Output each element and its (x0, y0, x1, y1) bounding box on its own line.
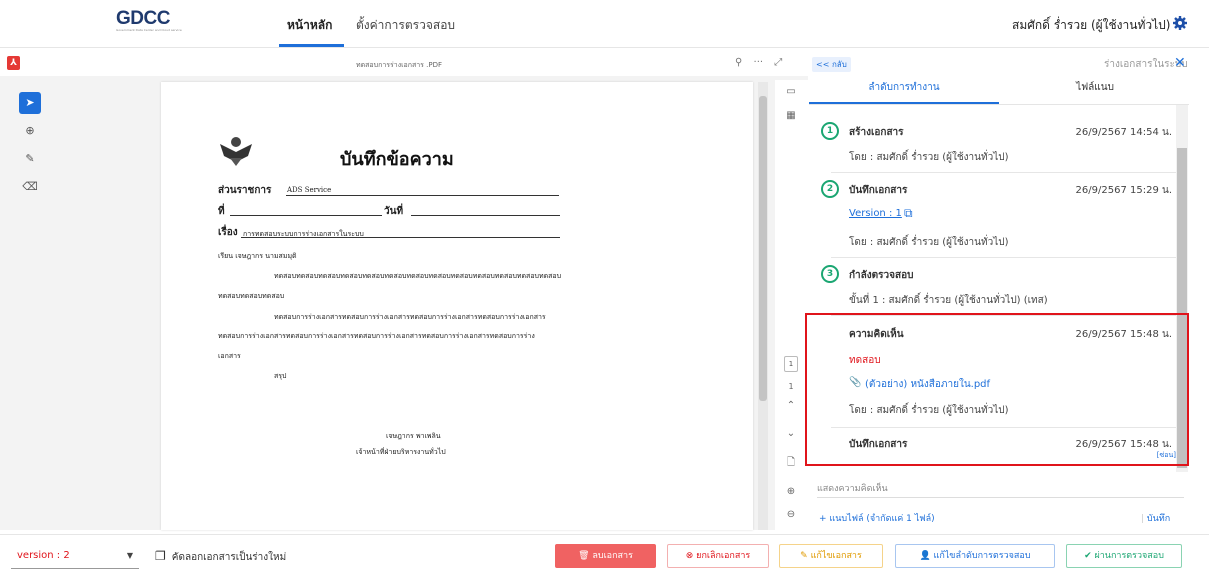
back-link[interactable]: << กลับ (812, 57, 851, 72)
no-label: ที่ (218, 206, 225, 217)
pen-icon[interactable]: ✎ (19, 148, 41, 170)
cancel-icon: ⊗ (685, 551, 694, 561)
step-title: สร้างเอกสาร (849, 127, 904, 138)
step-by: โดย : สมศักดิ์ ร่ำรวย (ผู้ใช้งานทั่วไป) (849, 152, 1009, 163)
close-icon[interactable]: ✕ (1174, 55, 1186, 71)
signer-name: เจษฎากร พาเพลิน (386, 432, 441, 440)
logo-text: GDCC (116, 8, 170, 29)
copy-label: คัดลอกเอกสารเป็นร่างใหม่ (171, 552, 287, 563)
tab-attachments[interactable]: ไฟล์แนบ (1000, 80, 1190, 95)
logo-subtitle: Government Data Center and Cloud service (116, 28, 182, 32)
step-number: 2 (821, 180, 839, 198)
pdf-filename: ทดสอบการร่างเอกสาร .PDF (356, 61, 443, 69)
attach-file-button[interactable]: + แนบไฟล์ (จำกัดแค่ 1 ไฟล์) (819, 511, 935, 525)
date-label: วันที่ (384, 206, 404, 217)
delete-label: ลบเอกสาร (592, 551, 633, 561)
copy-as-draft-button[interactable]: ❐ คัดลอกเอกสารเป็นร่างใหม่ (155, 544, 286, 568)
subject-label: เรื่อง (218, 227, 238, 238)
subject-value: การทดสอบระบบการร่างเอกสารในระบบ (243, 230, 364, 238)
edit-document-button[interactable]: ✎ แก้ไขเอกสาร (779, 544, 883, 568)
viewer-scroll-thumb[interactable] (759, 96, 767, 401)
dept-label: ส่วนราชการ (218, 185, 272, 196)
to-line: เรียน เจษฎากร นามสมมุติ (218, 252, 297, 260)
approve-label: ผ่านการตรวจสอบ (1094, 551, 1164, 561)
nav-home[interactable]: หน้าหลัก (287, 16, 332, 35)
user-edit-icon: 👤 (919, 551, 931, 561)
annotation-tools: ➤ ⊕ ✎ ⌫ (19, 92, 41, 204)
step-number: 1 (821, 122, 839, 140)
highlight-box (805, 313, 1189, 466)
user-name[interactable]: สมศักดิ์ ร่ำรวย (ผู้ใช้งานทั่วไป) (1012, 16, 1170, 35)
version-value: version : 2 (17, 550, 70, 561)
comment-input-underline (817, 497, 1184, 498)
para1-line1: ทดสอบทดสอบทดสอบทดสอบทดสอบทดสอบทดสอบทดสอบ… (274, 272, 562, 280)
para1-line2: ทดสอบทดสอบทดสอบ (218, 292, 285, 300)
caret-down-icon: ▼ (126, 551, 133, 560)
chevron-down-icon[interactable]: ⌄ (781, 428, 801, 439)
nav-settings[interactable]: ตั้งค่าการตรวจสอบ (356, 16, 455, 35)
page-icon[interactable]: 🗋 (781, 455, 801, 472)
nav-active-indicator (279, 44, 344, 47)
cursor-icon[interactable]: ➤ (19, 92, 41, 114)
pdf-tools: ⚲ ··· ⤢ (735, 57, 782, 68)
summary: สรุป (274, 372, 287, 380)
no-underline (230, 215, 382, 216)
delete-button[interactable]: 🗑 ลบเอกสาร (555, 544, 656, 568)
gear-icon[interactable] (1172, 15, 1188, 31)
edit-label: แก้ไขเอกสาร (810, 551, 862, 561)
page-indicator: 1 (788, 382, 794, 391)
subject-underline (241, 237, 560, 238)
edit-flow-label: แก้ไขลำดับการตรวจสอบ (933, 551, 1031, 561)
zoom-icon[interactable]: ⊕ (19, 120, 41, 142)
dept-underline (286, 195, 559, 196)
chevron-up-icon[interactable]: ⌃ (781, 400, 801, 411)
version-link[interactable]: Version : 1 (849, 208, 902, 219)
trash-icon: 🗑 (578, 551, 590, 561)
save-comment-button[interactable]: | บันทึก (1141, 511, 1170, 525)
external-link-icon[interactable]: ⧉ (904, 206, 913, 221)
approve-button[interactable]: ✔ ผ่านการตรวจสอบ (1066, 544, 1182, 568)
step-by: โดย : สมศักดิ์ ร่ำรวย (ผู้ใช้งานทั่วไป) (849, 237, 1009, 248)
page-number-box[interactable]: 1 (784, 356, 798, 372)
grid-icon[interactable]: ▦ (781, 110, 801, 121)
check-icon: ✔ (1084, 551, 1092, 561)
comment-icon[interactable]: ▭ (781, 86, 801, 97)
tab-workflow[interactable]: ลำดับการทำงาน (809, 80, 999, 95)
step-title: กำลังตรวจสอบ (849, 270, 914, 281)
more-icon[interactable]: ··· (754, 57, 764, 68)
garuda-emblem (220, 137, 252, 166)
step-date: 26/9/2567 15:29 น. (1075, 185, 1172, 196)
pdf-icon: ⅄ (7, 56, 20, 70)
step-number: 3 (821, 265, 839, 283)
step-detail: ขั้นที่ 1 : สมศักดิ์ ร่ำรวย (ผู้ใช้งานทั… (849, 295, 1048, 306)
para2-line1: ทดสอบการร่างเอกสารทดสอบการร่างเอกสารทดสอ… (274, 313, 546, 321)
para2-line3: เอกสาร (218, 352, 241, 360)
divider (831, 172, 1176, 173)
version-select[interactable]: version : 2 ▼ (11, 545, 139, 569)
gdcc-logo[interactable]: GDCC Government Data Center and Cloud se… (116, 8, 182, 36)
comment-input[interactable]: แสดงความคิดเห็น (817, 481, 888, 495)
pencil-icon: ✎ (800, 551, 808, 561)
copy-icon: ❐ (155, 549, 166, 563)
dept-value: ADS Service (287, 186, 332, 194)
step-title: บันทึกเอกสาร (849, 185, 908, 196)
cancel-document-button[interactable]: ⊗ ยกเลิกเอกสาร (667, 544, 769, 568)
save-comment-label: บันทึก (1146, 514, 1171, 524)
divider (831, 257, 1176, 258)
eraser-icon[interactable]: ⌫ (19, 176, 41, 198)
search-icon[interactable]: ⚲ (735, 57, 742, 68)
zoom-out-icon[interactable]: ⊖ (781, 509, 801, 520)
expand-icon[interactable]: ⤢ (774, 57, 782, 68)
memo-title: บันทึกข้อความ (340, 149, 454, 170)
date-underline (411, 215, 560, 216)
edit-review-flow-button[interactable]: 👤 แก้ไขลำดับการตรวจสอบ (895, 544, 1055, 568)
para2-line2: ทดสอบการร่างเอกสารทดสอบการร่างเอกสารทดสอ… (218, 332, 535, 340)
cancel-label: ยกเลิกเอกสาร (696, 551, 751, 561)
signer-position: เจ้าหน้าที่ฝ่ายบริหารงานทั่วไป (356, 448, 446, 456)
zoom-in-icon[interactable]: ⊕ (781, 486, 801, 497)
step-date: 26/9/2567 14:54 น. (1075, 127, 1172, 138)
